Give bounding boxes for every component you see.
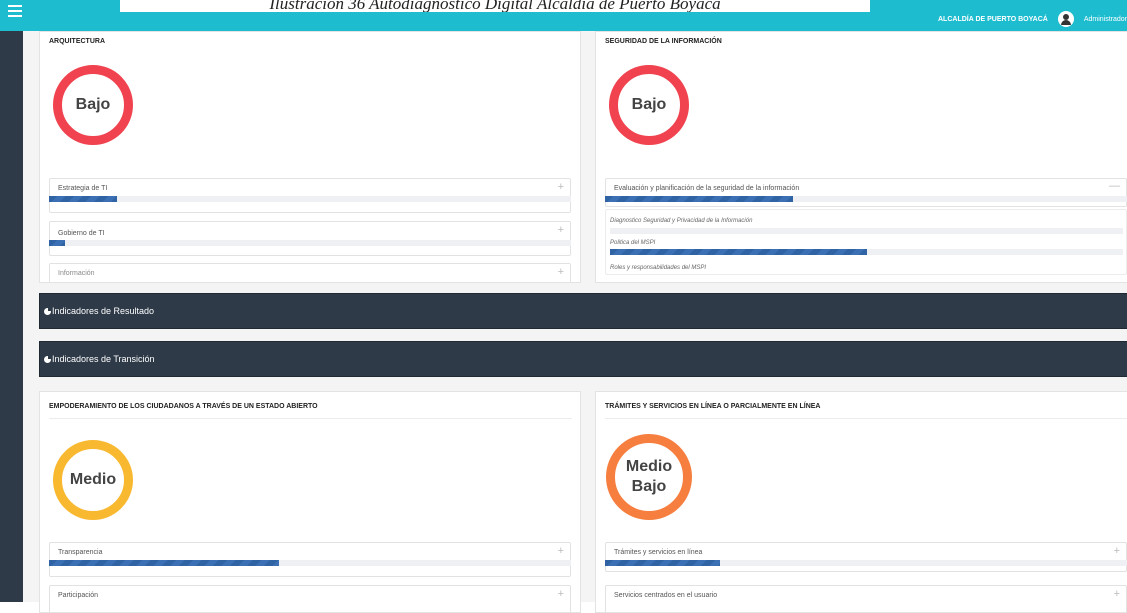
maturity-level: Bajo <box>75 96 111 113</box>
item-label: Trámites y servicios en línea <box>614 549 703 556</box>
panel-title: TRÁMITES Y SERVICIOS EN LÍNEA O PARCIALM… <box>605 403 821 410</box>
indicadores-resultado-band[interactable]: Indicadores de Resultado <box>39 293 1127 329</box>
item-label: Estrategia de TI <box>58 185 108 192</box>
progress-bar <box>49 240 571 246</box>
progress-bar <box>605 560 1127 566</box>
sidebar <box>0 31 23 602</box>
panel-title: ARQUITECTURA <box>49 38 105 45</box>
progress-fill <box>610 249 867 255</box>
expand-plus-icon[interactable]: + <box>558 545 564 557</box>
expand-plus-icon[interactable]: + <box>558 224 564 236</box>
maturity-gauge: Medio <box>53 440 133 520</box>
progress-fill <box>49 560 279 566</box>
progress-fill <box>605 560 720 566</box>
accordion-item[interactable]: Trámites y servicios en línea + <box>605 542 1127 572</box>
item-label: Gobierno de TI <box>58 230 105 237</box>
expand-plus-icon[interactable]: + <box>1114 588 1120 600</box>
indicadores-transicion-band[interactable]: Indicadores de Transición <box>39 341 1127 377</box>
progress-fill <box>49 240 65 246</box>
expand-plus-icon[interactable]: + <box>1114 545 1120 557</box>
main-content: ARQUITECTURA Bajo Estrategia de TI + Gob… <box>23 31 1127 613</box>
accordion-item[interactable]: Participación + <box>49 585 571 612</box>
band-label: Indicadores de Resultado <box>52 306 155 316</box>
item-label: Evaluación y planificación de la segurid… <box>614 185 800 192</box>
user-avatar-icon[interactable] <box>1057 11 1074 27</box>
maturity-level-line2: Bajo <box>631 478 667 495</box>
accordion-item[interactable]: Servicios centrados en el usuario + <box>605 585 1127 612</box>
item-label: Participación <box>58 592 99 599</box>
item-label: Información <box>58 270 95 277</box>
subitem-label: Politica del MSPI <box>610 240 656 246</box>
item-label: Servicios centrados en el usuario <box>614 592 718 599</box>
hamburger-menu-icon[interactable] <box>8 5 22 19</box>
progress-bar <box>49 196 571 202</box>
progress-bar <box>605 196 1127 202</box>
maturity-gauge: Medio Bajo <box>606 434 692 520</box>
maturity-gauge: Bajo <box>53 65 133 145</box>
subitem-label: Diagnostico Seguridad y Privacidad de la… <box>610 218 753 224</box>
panel-divider <box>49 418 572 419</box>
maturity-level: Medio Bajo <box>626 457 672 497</box>
panel-arquitectura: ARQUITECTURA Bajo Estrategia de TI + Gob… <box>39 31 581 283</box>
subitem-label: Roles y responsabilidades del MSPI <box>610 265 707 271</box>
expand-plus-icon[interactable]: + <box>558 588 564 600</box>
subitem-progress-bar <box>610 249 1123 255</box>
item-label: Transparencia <box>58 549 103 556</box>
accordion-subpanel: Diagnostico Seguridad y Privacidad de la… <box>605 209 1127 275</box>
subitem-progress-bar <box>610 228 1123 234</box>
panel-empoderamiento: EMPODERAMIENTO DE LOS CIUDADANOS A TRAVÉ… <box>39 391 581 613</box>
accordion-item[interactable]: Información + <box>49 263 571 282</box>
panel-title: SEGURIDAD DE LA INFORMACIÓN <box>605 38 722 45</box>
maturity-level: Medio <box>69 471 117 488</box>
band-label: Indicadores de Transición <box>52 354 155 364</box>
panel-divider <box>605 418 1127 419</box>
accordion-item[interactable]: Transparencia + <box>49 542 571 577</box>
user-name[interactable]: Administrador <box>1084 16 1127 23</box>
expand-plus-icon[interactable]: + <box>558 181 564 193</box>
accordion-item[interactable]: Evaluación y planificación de la segurid… <box>605 178 1127 207</box>
expand-plus-icon[interactable]: + <box>558 266 564 278</box>
collapse-minus-icon[interactable]: — <box>1109 180 1120 192</box>
pie-chart-icon <box>44 355 51 363</box>
panel-title: EMPODERAMIENTO DE LOS CIUDADANOS A TRAVÉ… <box>49 403 318 410</box>
accordion-item[interactable]: Estrategia de TI + <box>49 178 571 213</box>
progress-fill <box>49 196 117 202</box>
top-right-area: ALCALDÍA DE PUERTO BOYACÁ Administrador <box>938 11 1127 27</box>
org-name: ALCALDÍA DE PUERTO BOYACÁ <box>938 15 1048 23</box>
panel-seguridad: SEGURIDAD DE LA INFORMACIÓN Bajo Evaluac… <box>595 31 1127 283</box>
pie-chart-icon <box>44 307 51 315</box>
progress-bar <box>49 560 571 566</box>
accordion-item[interactable]: Gobierno de TI + <box>49 221 571 256</box>
panel-tramites: TRÁMITES Y SERVICIOS EN LÍNEA O PARCIALM… <box>595 391 1127 613</box>
maturity-gauge: Bajo <box>609 65 689 145</box>
maturity-level-line1: Medio <box>625 458 673 475</box>
figure-caption: Ilustración 36 Autodiagnóstico Digital A… <box>120 0 870 12</box>
maturity-level: Bajo <box>631 96 667 113</box>
progress-fill <box>605 196 793 202</box>
